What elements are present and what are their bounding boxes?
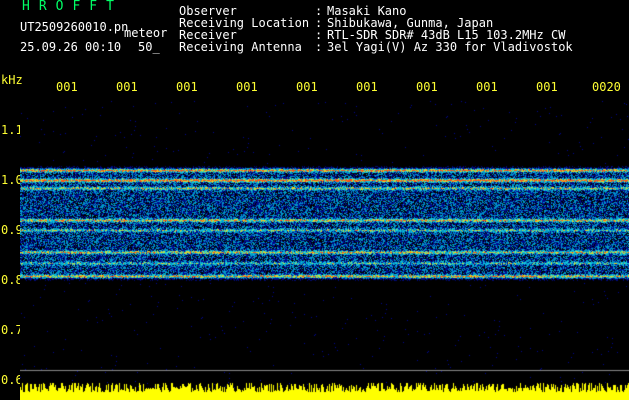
x-tick-label: 001 [116,80,138,94]
antenna-colon: : [315,40,323,54]
date-time: 25.09.26 00:10 [20,40,122,54]
x-tick-label: 001 [356,80,378,94]
file-suffix: meteor [124,26,168,40]
header: HROFFT UT2509260010.pn meteor 25.09.26 0… [0,0,629,72]
x-tick-label: 001 [476,80,498,94]
x-tick-label: 001 [56,80,78,94]
antenna-value: 3el Yagi(V) Az 330 for Vladivostok [327,40,573,54]
x-tick-label: 001 [536,80,558,94]
x-tick-label: 001 [176,80,198,94]
file-name: UT2509260010.pn [20,20,129,34]
x-tick-label: 001 [416,80,438,94]
spectrogram-canvas [20,100,629,400]
x-tick-label: 001 [236,80,258,94]
y-axis-unit: kHz [1,73,23,87]
x-tick-label: 001 [296,80,318,94]
x-tick-label: 0020 [592,80,621,94]
antenna-label: Receiving Antenna [179,40,302,54]
app-brand: HROFFT [22,0,123,14]
frame-number: 50_ [138,40,160,54]
